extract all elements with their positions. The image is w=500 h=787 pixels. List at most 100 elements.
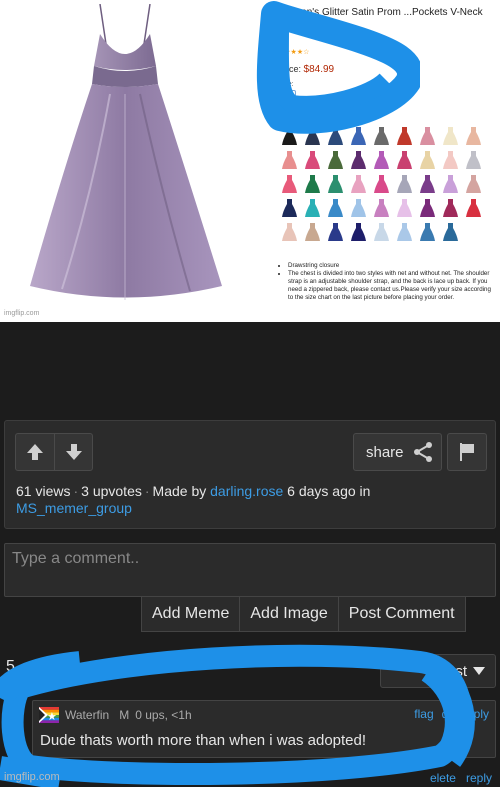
color-swatch xyxy=(349,150,368,170)
meme-image: Women's Glitter Satin Prom ...Pockets V-… xyxy=(0,0,500,322)
color-swatch xyxy=(395,126,414,146)
comment-actions: flag de reply xyxy=(414,707,489,721)
comment-meta: 0 ups, <1h xyxy=(135,708,192,722)
color-swatch xyxy=(326,174,345,194)
color-swatch xyxy=(280,126,299,146)
next-comment-actions: elete reply xyxy=(430,771,492,785)
reply-link[interactable]: reply xyxy=(466,771,492,785)
comment-input[interactable] xyxy=(4,543,496,597)
delete-link[interactable]: de xyxy=(442,707,455,721)
color-swatch xyxy=(464,126,483,146)
color-swatch xyxy=(280,174,299,194)
color-swatch xyxy=(326,198,345,218)
color-swatch xyxy=(418,150,437,170)
view-count: 61 views xyxy=(16,483,71,499)
post-comment-button[interactable]: Post Comment xyxy=(338,597,466,632)
author-link[interactable]: darling.rose xyxy=(210,483,283,499)
meme-stats: 61 views · 3 upvotes · Made by darling.rose … xyxy=(16,483,371,516)
arrow-down-icon xyxy=(65,444,82,460)
color-swatch xyxy=(372,174,391,194)
page-watermark: imgflip.com xyxy=(4,771,60,783)
questions-link: questions xyxy=(381,49,412,56)
upvote-count: 3 upvotes xyxy=(81,483,142,499)
vote-buttons xyxy=(15,433,93,471)
color-swatch xyxy=(441,126,460,146)
color-swatch xyxy=(464,174,483,194)
price-amount: $84.99 xyxy=(303,64,335,75)
comment-buttons: Add Meme Add Image Post Comment xyxy=(141,597,466,632)
color-swatch xyxy=(303,150,322,170)
color-swatch xyxy=(326,222,345,242)
color-swatch xyxy=(441,174,460,194)
reply-link[interactable]: reply xyxy=(463,707,489,721)
size-label: Size: xyxy=(278,81,294,88)
arrow-up-icon xyxy=(27,444,43,460)
caret-down-icon xyxy=(473,667,485,675)
color-swatch xyxy=(326,150,345,170)
comment-sort-select[interactable]: st xyxy=(380,654,496,688)
color-swatch xyxy=(464,198,483,218)
color-swatch xyxy=(303,174,322,194)
comment-flair: M xyxy=(119,708,130,722)
color-swatch xyxy=(303,126,322,146)
share-icon xyxy=(413,442,432,462)
color-swatch xyxy=(395,198,414,218)
color-swatch xyxy=(441,222,460,242)
avatar: ★ xyxy=(39,707,59,723)
add-meme-button[interactable]: Add Meme xyxy=(141,597,241,632)
image-watermark: imgflip.com xyxy=(4,310,40,317)
downvote-button[interactable] xyxy=(54,434,92,470)
color-swatch xyxy=(418,222,437,242)
color-swatch xyxy=(418,126,437,146)
comment-text: Dude thats worth more than when i was ad… xyxy=(40,732,367,749)
color-swatch xyxy=(395,150,414,170)
product-rating: ★★★★☆ questions xyxy=(278,49,412,56)
color-swatch xyxy=(372,222,391,242)
sort-label: st xyxy=(455,662,467,680)
stream-link[interactable]: MS_memer_group xyxy=(16,500,132,516)
comment-username[interactable]: Waterfin xyxy=(65,708,109,722)
comment-header: ★ Waterfin M 0 ups, <1h xyxy=(39,707,192,723)
product-price: Price: $84.99 xyxy=(278,64,335,75)
dress-image xyxy=(22,3,232,309)
color-swatch xyxy=(326,126,345,146)
color-swatch xyxy=(349,126,368,146)
color-swatch xyxy=(349,222,368,242)
color-swatch-grid xyxy=(280,126,483,242)
made-by-label: Made by xyxy=(152,483,207,499)
upvote-button[interactable] xyxy=(16,434,54,470)
color-swatch xyxy=(441,150,460,170)
color-swatch xyxy=(303,198,322,218)
color-swatch xyxy=(280,150,299,170)
color-swatch xyxy=(418,174,437,194)
time-ago: 6 days ago in xyxy=(287,483,371,499)
flag-button[interactable] xyxy=(447,433,487,471)
share-button[interactable]: share xyxy=(353,433,442,471)
add-image-button[interactable]: Add Image xyxy=(240,597,339,632)
color-swatch xyxy=(349,174,368,194)
meme-info-panel: share 61 views · 3 upvotes · Made by darling… xyxy=(4,420,496,529)
color-swatch xyxy=(280,198,299,218)
product-info: Women's Glitter Satin Prom ...Pockets V-… xyxy=(278,6,500,100)
flag-icon xyxy=(460,443,474,461)
reply-arrow-icon xyxy=(14,730,25,741)
color-swatch xyxy=(372,150,391,170)
product-bullets: Drawstring closure The chest is divided … xyxy=(280,262,492,302)
color-swatch xyxy=(418,198,437,218)
svg-text:★: ★ xyxy=(47,710,57,723)
comment-item: ★ Waterfin M 0 ups, <1h flag de reply Du… xyxy=(32,700,496,758)
color-swatch xyxy=(395,222,414,242)
color-swatch xyxy=(464,150,483,170)
flag-link[interactable]: flag xyxy=(414,707,433,721)
delete-link[interactable]: elete xyxy=(430,771,456,785)
color-swatch xyxy=(372,198,391,218)
share-label: share xyxy=(366,443,404,461)
comment-count: 5 xyxy=(6,658,15,675)
size-select: 6 xyxy=(278,90,296,100)
color-swatch xyxy=(395,174,414,194)
bullet-item: Drawstring closure xyxy=(288,262,492,270)
color-swatch xyxy=(372,126,391,146)
color-swatch xyxy=(280,222,299,242)
color-swatch xyxy=(441,198,460,218)
product-title: Women's Glitter Satin Prom ...Pockets V-… xyxy=(278,7,483,31)
